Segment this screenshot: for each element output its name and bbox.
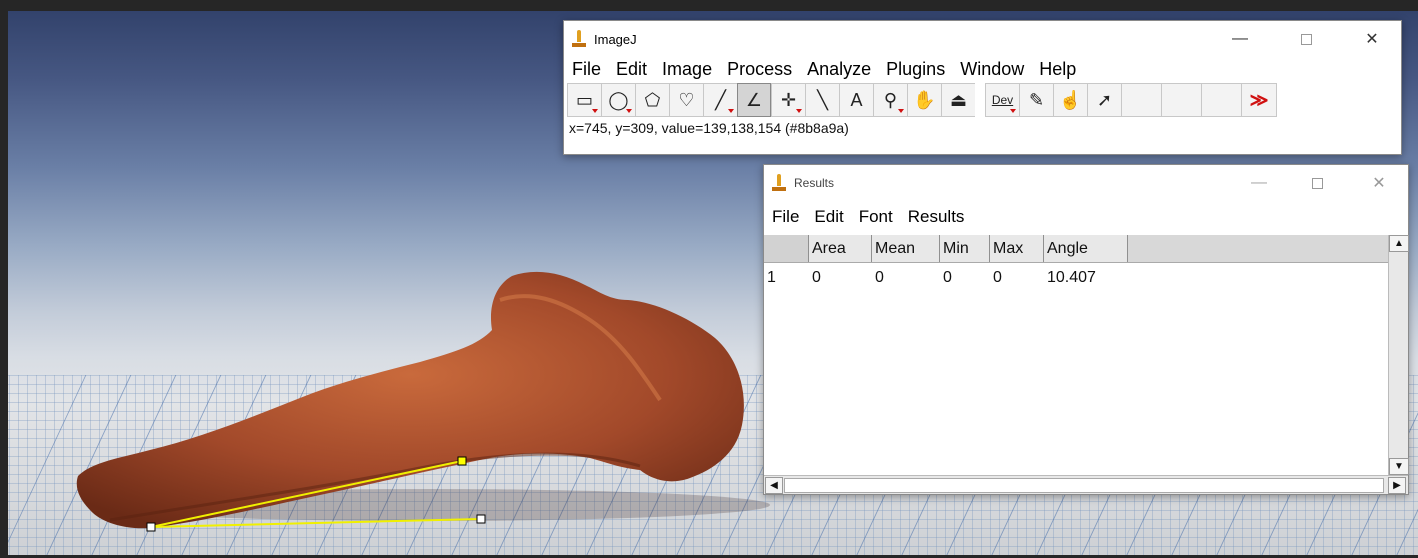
column-header-max[interactable]: Max (990, 235, 1044, 262)
rectangle-selection-icon[interactable]: ▭ (567, 83, 601, 117)
scrolling-hand-glyph: ✋ (913, 89, 936, 110)
wand-tool-icon[interactable]: ╲ (805, 83, 839, 117)
imagej-menubar: File Edit Image Process Analyze Plugins Window… (564, 57, 1401, 81)
cell-max: 0 (993, 269, 1002, 286)
results-microscope-icon (772, 174, 786, 192)
cell-angle: 10.407 (1047, 269, 1096, 286)
close-button[interactable]: ✕ (1349, 21, 1395, 57)
wand-tool-glyph: ╲ (817, 89, 828, 110)
column-header-mean[interactable]: Mean (872, 235, 940, 262)
paintbrush-glyph: ✎ (1028, 89, 1045, 110)
table-row[interactable]: 1 0 0 0 0 10.407 (764, 263, 1388, 288)
maximize-icon (1300, 33, 1312, 45)
results-titlebar[interactable]: Results — ✕ (764, 165, 1408, 201)
text-tool-icon[interactable]: A (839, 83, 873, 117)
scroll-up-arrow-icon[interactable]: ▲ (1389, 235, 1409, 252)
scroll-left-arrow-icon[interactable]: ◀ (765, 477, 783, 494)
menu-edit[interactable]: Edit (616, 59, 647, 80)
submenu-indicator-icon (1010, 109, 1016, 113)
pencil-arrow-glyph: ➚ (1096, 89, 1113, 110)
column-header-area[interactable]: Area (809, 235, 872, 262)
paintbrush-icon[interactable]: ✎ (1019, 83, 1053, 117)
row-number-header[interactable] (764, 235, 809, 262)
results-table[interactable]: Area Mean Min Max Angle 1 0 0 0 0 10.407 (764, 235, 1388, 475)
submenu-indicator-icon (796, 109, 802, 113)
freehand-selection-icon[interactable]: ♡ (669, 83, 703, 117)
polygon-selection-glyph: ⬠ (644, 89, 661, 110)
color-picker-glyph: ⏏ (949, 89, 967, 110)
results-menu-edit[interactable]: Edit (814, 207, 843, 227)
flood-fill-glyph: ☝ (1059, 89, 1082, 110)
maximize-icon (1311, 177, 1323, 189)
results-menu-results[interactable]: Results (908, 207, 965, 227)
rectangle-selection-glyph: ▭ (575, 89, 593, 110)
vertical-scrollbar[interactable]: ▲ ▼ (1388, 235, 1409, 475)
results-table-body: 1 0 0 0 0 10.407 (764, 263, 1388, 288)
menu-image[interactable]: Image (662, 59, 712, 80)
text-tool-glyph: A (850, 89, 863, 110)
results-maximize-button[interactable] (1294, 165, 1340, 201)
submenu-indicator-icon (898, 109, 904, 113)
imagej-toolbar: ▭ ◯ ⬠ ♡ ╱ ∠ ✛ ╲ A ⚲ ✋ ⏏ Dev ✎ ☝ ➚ ≫ (567, 83, 1401, 117)
color-picker-icon[interactable]: ⏏ (941, 83, 975, 117)
status-line: x=745, y=309, value=139,138,154 (#8b8a9a… (569, 120, 849, 136)
point-tool-glyph: ✛ (780, 89, 797, 110)
imagej-title: ImageJ (594, 31, 637, 47)
maximize-button[interactable] (1283, 21, 1329, 57)
results-menu-file[interactable]: File (772, 207, 799, 227)
menu-plugins[interactable]: Plugins (886, 59, 945, 80)
cell-mean: 0 (875, 269, 884, 286)
dev-menu-icon[interactable]: Dev (985, 83, 1019, 117)
angle-tool-icon[interactable]: ∠ (737, 83, 771, 117)
results-window: Results — ✕ File Edit Font Results Area Mean… (763, 164, 1409, 495)
header-filler (1128, 235, 1388, 262)
scrolling-hand-icon[interactable]: ✋ (907, 83, 941, 117)
magnifying-glass-icon[interactable]: ⚲ (873, 83, 907, 117)
freehand-selection-glyph: ♡ (678, 89, 695, 110)
submenu-indicator-icon (728, 109, 734, 113)
empty-slot-icon[interactable] (1121, 83, 1161, 117)
menu-window[interactable]: Window (960, 59, 1024, 80)
imagej-window: ImageJ — ✕ File Edit Image Process Analyze Pl… (563, 20, 1402, 155)
column-header-min[interactable]: Min (940, 235, 990, 262)
submenu-indicator-icon (592, 109, 598, 113)
imagej-titlebar[interactable]: ImageJ — ✕ (564, 21, 1401, 57)
flood-fill-icon[interactable]: ☝ (1053, 83, 1087, 117)
line-selection-glyph: ╱ (715, 89, 726, 110)
row-number-cell: 1 (767, 269, 776, 286)
more-tools-icon[interactable]: ≫ (1241, 83, 1277, 117)
column-header-angle[interactable]: Angle (1044, 235, 1128, 262)
angle-tool-glyph: ∠ (745, 89, 763, 110)
menu-file[interactable]: File (572, 59, 601, 80)
results-title: Results (794, 176, 835, 190)
line-selection-icon[interactable]: ╱ (703, 83, 737, 117)
imagej-microscope-icon (572, 30, 586, 48)
cell-min: 0 (943, 269, 952, 286)
more-tools-glyph: ≫ (1249, 89, 1269, 110)
results-menubar: File Edit Font Results (764, 205, 1408, 229)
cell-area: 0 (812, 269, 821, 286)
magnifying-glass-glyph: ⚲ (883, 89, 898, 110)
pencil-arrow-icon[interactable]: ➚ (1087, 83, 1121, 117)
empty-slot-icon[interactable] (1201, 83, 1241, 117)
scroll-down-arrow-icon[interactable]: ▼ (1389, 458, 1409, 475)
oval-selection-glyph: ◯ (608, 89, 629, 110)
point-tool-icon[interactable]: ✛ (771, 83, 805, 117)
results-table-header: Area Mean Min Max Angle (764, 235, 1388, 263)
menu-help[interactable]: Help (1039, 59, 1076, 80)
horizontal-scroll-thumb[interactable] (784, 478, 1384, 493)
horizontal-scrollbar[interactable]: ◀ ▶ (764, 475, 1408, 494)
oval-selection-icon[interactable]: ◯ (601, 83, 635, 117)
results-close-button[interactable]: ✕ (1356, 165, 1402, 201)
minimize-button[interactable]: — (1217, 21, 1263, 57)
dev-menu-glyph: Dev (991, 93, 1014, 107)
results-minimize-button[interactable]: — (1236, 165, 1282, 201)
menu-analyze[interactable]: Analyze (807, 59, 871, 80)
polygon-selection-icon[interactable]: ⬠ (635, 83, 669, 117)
menu-process[interactable]: Process (727, 59, 792, 80)
submenu-indicator-icon (626, 109, 632, 113)
scroll-right-arrow-icon[interactable]: ▶ (1388, 477, 1406, 494)
results-menu-font[interactable]: Font (859, 207, 893, 227)
empty-slot-icon[interactable] (1161, 83, 1201, 117)
